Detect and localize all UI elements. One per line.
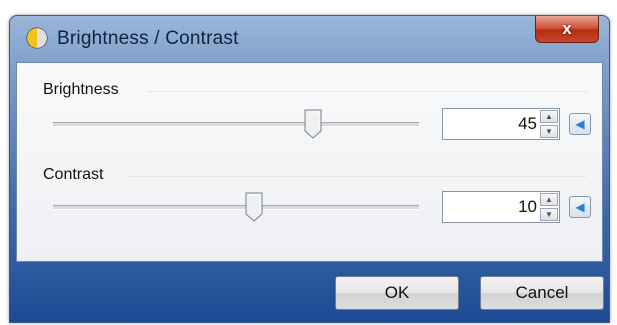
- spin-down-icon[interactable]: ▼: [540, 208, 558, 221]
- contrast-reset-button[interactable]: ◀: [569, 196, 591, 218]
- brightness-value-input[interactable]: 45 ▲ ▼: [442, 108, 560, 140]
- contrast-slider-thumb[interactable]: [245, 192, 263, 222]
- brightness-spinner[interactable]: ▲ ▼: [540, 110, 558, 138]
- contrast-label: Contrast: [43, 166, 104, 183]
- spin-down-icon[interactable]: ▼: [540, 125, 558, 138]
- brightness-label: Brightness: [43, 81, 119, 98]
- brightness-contrast-dialog: Brightness / Contrast x Brightness 45 ▲ …: [9, 15, 610, 323]
- contrast-slider-track[interactable]: [53, 205, 419, 210]
- ok-button[interactable]: OK: [335, 276, 459, 310]
- contrast-value-input[interactable]: 10 ▲ ▼: [442, 191, 560, 223]
- spin-up-icon[interactable]: ▲: [540, 110, 558, 123]
- contrast-value: 10: [518, 197, 537, 216]
- arrow-left-icon: ◀: [575, 200, 585, 214]
- brightness-slider-thumb[interactable]: [304, 109, 322, 139]
- arrow-left-icon: ◀: [575, 117, 585, 131]
- brightness-separator: [147, 91, 587, 92]
- dialog-content: Brightness 45 ▲ ▼ ◀ Contrast 10 ▲ ▼ ◀: [16, 62, 603, 262]
- brightness-contrast-icon: [26, 27, 48, 49]
- contrast-spinner[interactable]: ▲ ▼: [540, 193, 558, 221]
- title-bar[interactable]: Brightness / Contrast x: [10, 16, 609, 62]
- cancel-button[interactable]: Cancel: [480, 276, 604, 310]
- contrast-separator: [129, 176, 587, 177]
- brightness-reset-button[interactable]: ◀: [569, 113, 591, 135]
- window-title: Brightness / Contrast: [57, 28, 239, 49]
- close-button[interactable]: x: [535, 16, 599, 43]
- spin-up-icon[interactable]: ▲: [540, 193, 558, 206]
- brightness-value: 45: [518, 114, 537, 133]
- brightness-slider-track[interactable]: [53, 122, 419, 127]
